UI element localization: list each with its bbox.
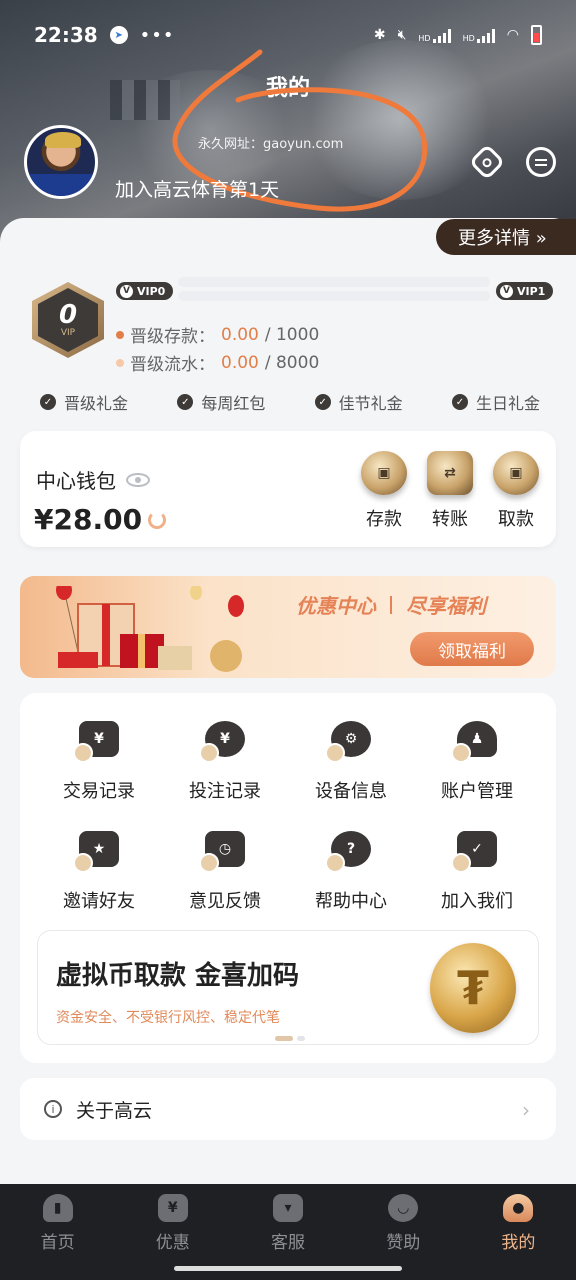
menu-help-center[interactable]: ? 帮助中心: [288, 831, 414, 913]
info-icon: i: [44, 1100, 62, 1118]
tab-home[interactable]: ▮ 首页: [0, 1184, 115, 1280]
benefit-item: ✓ 生日礼金: [451, 390, 540, 414]
account-users-icon: ♟: [451, 721, 497, 763]
crypto-promo-subtitle: 资金安全、不受银行风控、稳定代笔: [56, 1010, 280, 1026]
vip-next-tag: V VIP1: [496, 282, 554, 300]
home-indicator[interactable]: [174, 1266, 402, 1271]
signal-icon: HD: [418, 27, 451, 43]
avatar[interactable]: [24, 125, 98, 199]
more-details-button[interactable]: 更多详情 »: [436, 219, 576, 255]
claim-bonus-button[interactable]: 领取福利: [410, 632, 534, 666]
battery-icon: [531, 25, 542, 45]
deposit-requirement: 晋级存款： 0.00 / 1000: [116, 322, 319, 347]
benefit-item: ✓ 每周红包: [177, 390, 265, 414]
check-icon: ✓: [177, 394, 194, 410]
deposit-icon: ▣: [361, 451, 407, 495]
wallet-balance: ¥28.00: [34, 503, 167, 536]
turnover-label: 晋级流水：: [130, 355, 215, 375]
eye-icon[interactable]: [126, 472, 150, 487]
profile-icon: ●: [503, 1194, 534, 1222]
join-check-icon: ✓: [451, 831, 497, 873]
about-label: 关于高云: [76, 1099, 153, 1122]
vip-level-number: 0: [58, 300, 78, 330]
promotions-icon: ¥: [157, 1194, 188, 1222]
turnover-target: / 8000: [264, 352, 320, 373]
carousel-pager: [275, 1036, 305, 1041]
benefit-item: ✓ 晋级礼金: [40, 390, 128, 414]
avatar-shirt: [27, 174, 95, 196]
turnover-current: 0.00: [221, 352, 259, 373]
feature-menu: ¥ 交易记录 ¥ 投注记录 ⚙ 设备信息 ♟ 账户管理 ★ 邀请好友 ◷ 意见反…: [20, 693, 556, 1063]
bluetooth-icon: ✱: [373, 27, 386, 43]
menu-account-management[interactable]: ♟ 账户管理: [414, 721, 540, 803]
device-gear-icon: ⚙: [325, 721, 371, 763]
help-question-icon: ?: [325, 831, 371, 873]
withdraw-icon: ▣: [493, 451, 539, 495]
turnover-progress-bar: [178, 291, 490, 301]
vip-current-tag: V VIP0: [116, 282, 174, 300]
mute-icon: 🔇︎: [397, 27, 407, 43]
telegram-icon: ➤: [109, 26, 128, 44]
withdraw-button[interactable]: ▣ 取款: [488, 451, 544, 531]
banner-slogan: 优惠中心 尽享福利: [296, 594, 486, 618]
wifi-icon: ◠: [506, 27, 519, 43]
sponsorship-icon: ◡: [388, 1194, 419, 1222]
refresh-icon[interactable]: [148, 510, 167, 529]
pager-dot-active: [275, 1036, 293, 1041]
promotion-banner[interactable]: 优惠中心 尽享福利 领取福利: [20, 576, 556, 678]
check-icon: ✓: [314, 394, 331, 410]
transaction-record-icon: ¥: [73, 721, 119, 763]
transfer-button[interactable]: ⇄ 转账: [422, 451, 478, 531]
menu-join-us[interactable]: ✓ 加入我们: [414, 831, 540, 913]
pager-dot: [297, 1036, 305, 1041]
check-icon: ✓: [40, 394, 56, 410]
tab-profile[interactable]: ● 我的: [461, 1184, 576, 1280]
check-icon: ✓: [451, 394, 468, 410]
join-days-text: 加入高云体育第1天: [115, 179, 280, 201]
avatar-hair: [45, 132, 81, 148]
vip-benefits-list: ✓ 晋级礼金 ✓ 每周红包 ✓ 佳节礼金 ✓ 生日礼金: [40, 390, 540, 414]
menu-transaction-records[interactable]: ¥ 交易记录: [36, 721, 162, 803]
status-time: 22:38: [34, 23, 98, 47]
deposit-current: 0.00: [221, 324, 259, 345]
customer-service-icon: ▾: [273, 1194, 303, 1222]
wallet-title: 中心钱包: [36, 465, 150, 494]
benefit-item: ✓ 佳节礼金: [314, 390, 403, 414]
signal-icon: HD: [463, 27, 495, 43]
chevron-right-icon: ›: [522, 1098, 530, 1122]
deposit-progress-bar: [178, 277, 490, 287]
menu-invite-friends[interactable]: ★ 邀请好友: [36, 831, 162, 913]
turnover-dot: [116, 358, 124, 367]
crypto-promo-title: 虚拟币取款 金喜加码: [56, 961, 300, 991]
more-notifications-icon: •••: [139, 24, 175, 46]
tether-coin-icon: ₮: [430, 943, 516, 1033]
vip-badge-label: VIP: [60, 328, 76, 338]
message-icon[interactable]: [526, 147, 556, 177]
about-row[interactable]: i 关于高云 ›: [20, 1078, 556, 1140]
bet-record-icon: ¥: [199, 721, 245, 763]
transfer-icon: ⇄: [427, 451, 473, 495]
deposit-target: / 1000: [264, 324, 320, 345]
home-icon: ▮: [42, 1194, 73, 1222]
menu-bet-records[interactable]: ¥ 投注记录: [162, 721, 288, 803]
deposit-button[interactable]: ▣ 存款: [356, 451, 412, 531]
deposit-dot: [116, 330, 124, 339]
menu-feedback[interactable]: ◷ 意见反馈: [162, 831, 288, 913]
crypto-withdraw-promo[interactable]: 虚拟币取款 金喜加码 资金安全、不受银行风控、稳定代笔 ₮: [37, 930, 539, 1045]
deposit-label: 晋级存款：: [130, 327, 215, 347]
menu-device-info[interactable]: ⚙ 设备信息: [288, 721, 414, 803]
gift-boxes-illustration: [56, 586, 244, 672]
feedback-icon: ◷: [199, 831, 245, 873]
invite-star-icon: ★: [73, 831, 119, 873]
vip-v-icon: V: [500, 284, 513, 298]
wallet-card: 中心钱包 ¥28.00 ▣ 存款 ⇄ 转账 ▣ 取款: [20, 431, 556, 547]
vip-v-icon: V: [120, 284, 133, 298]
turnover-requirement: 晋级流水： 0.00 / 8000: [116, 350, 319, 375]
status-bar: 22:38 ➤ ••• ✱ 🔇︎ HD HD ◠: [0, 18, 576, 52]
